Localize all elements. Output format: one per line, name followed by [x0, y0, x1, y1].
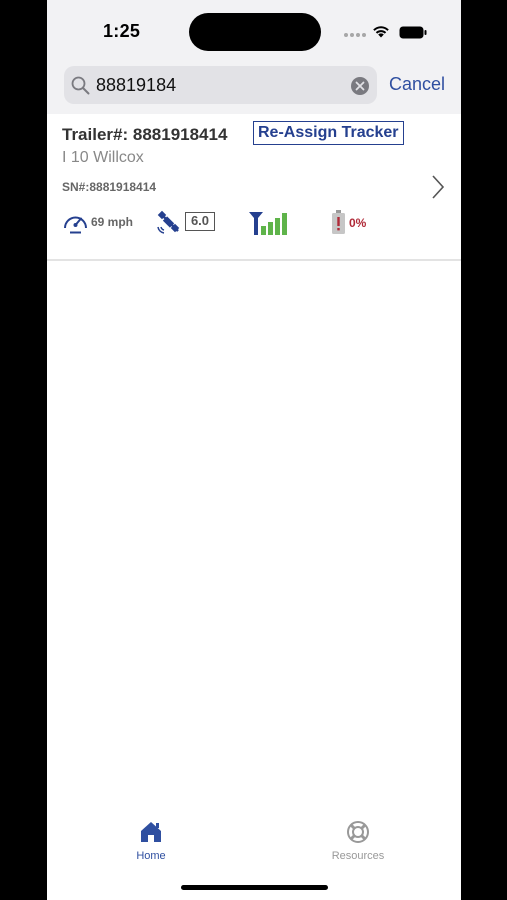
speedometer-icon: [64, 216, 87, 234]
chevron-right-icon[interactable]: [431, 174, 445, 200]
cancel-button[interactable]: Cancel: [389, 74, 445, 95]
search-icon: [71, 76, 90, 95]
home-icon: [141, 822, 161, 842]
home-indicator[interactable]: [181, 885, 328, 890]
tab-home[interactable]: Home: [121, 820, 181, 870]
tab-home-label: Home: [136, 850, 166, 862]
dynamic-island: [189, 13, 321, 51]
search-field[interactable]: [64, 66, 377, 104]
lifebuoy-icon: [347, 821, 369, 843]
cellular-strength-icon: [249, 212, 287, 235]
trailer-location: I 10 Willcox: [62, 149, 144, 166]
gps-satellite-icon: [157, 210, 180, 234]
search-input[interactable]: [96, 66, 336, 104]
trailer-result-card[interactable]: Trailer#: 8881918414 Re-Assign Tracker I…: [47, 114, 461, 260]
speed-value: 69 mph: [91, 215, 134, 229]
wifi-icon: [373, 26, 389, 38]
phone-screen: 1:25 Cancel Trailer#: 8881918414 Re-Assi…: [47, 0, 461, 900]
card-divider: [47, 259, 461, 261]
tracker-metrics: 69 mph 6.0 0%: [62, 208, 392, 238]
tab-resources[interactable]: Resources: [323, 820, 393, 870]
clear-search-icon[interactable]: [351, 77, 369, 95]
cellular-signal-icon: [344, 33, 366, 37]
tab-resources-label: Resources: [331, 850, 385, 862]
status-time: 1:25: [103, 21, 141, 41]
serial-number: SN#:8881918414: [62, 180, 157, 194]
battery-percent: 0%: [349, 216, 367, 230]
reassign-tracker-button[interactable]: Re-Assign Tracker: [253, 121, 404, 145]
trailer-number: Trailer#: 8881918414: [62, 125, 228, 144]
gps-accuracy-value: 6.0: [185, 212, 215, 231]
battery-alert-icon: [332, 210, 345, 234]
battery-status-icon: [399, 26, 427, 39]
